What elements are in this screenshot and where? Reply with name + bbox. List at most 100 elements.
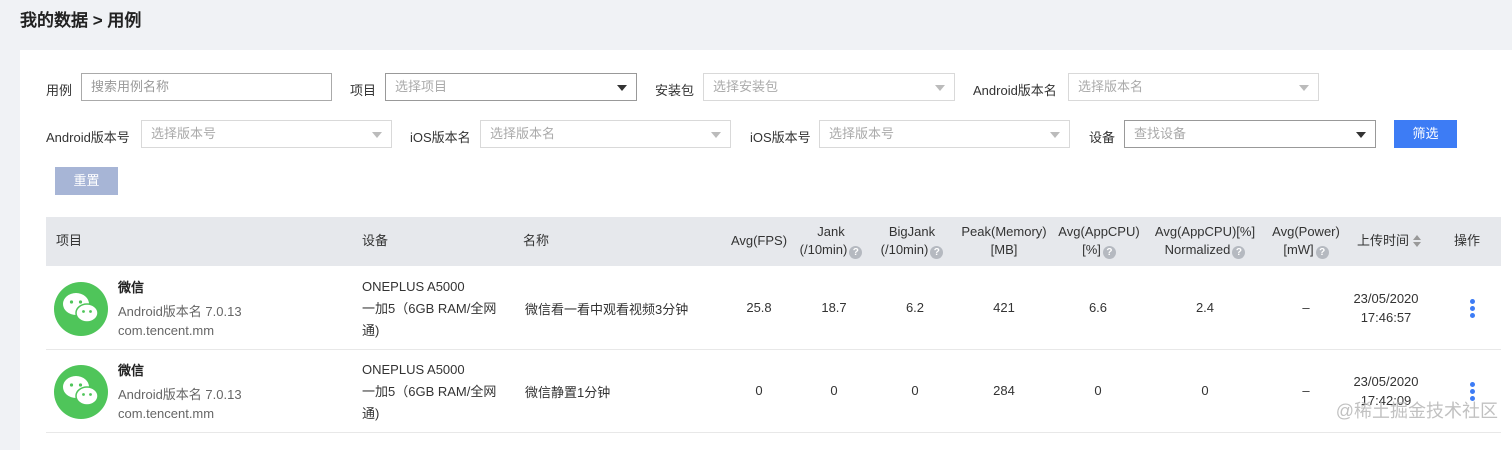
android-code-select-placeholder: 选择版本号 <box>151 126 216 141</box>
package-select[interactable]: 选择安装包 <box>703 73 955 101</box>
project-select-placeholder: 选择项目 <box>395 79 447 94</box>
ios-code-select-placeholder: 选择版本号 <box>829 126 894 141</box>
th-power: Avg(Power) [mW]? <box>1268 223 1344 259</box>
th-memory-unit: [MB] <box>954 241 1054 259</box>
help-icon[interactable]: ? <box>1103 246 1116 259</box>
th-jank-title: Jank <box>791 223 871 241</box>
ios-code-select[interactable]: 选择版本号 <box>819 120 1070 148</box>
th-cpu-normalized-unit: Normalized <box>1165 242 1231 257</box>
memory-value: 284 <box>964 383 1044 398</box>
project-select[interactable]: 选择项目 <box>385 73 637 101</box>
device-desc-cont: 通) <box>362 320 512 342</box>
case-name: 微信看一看中观看视频3分钟 <box>525 299 688 318</box>
chevron-down-icon <box>1050 132 1060 138</box>
upload-date: 23/05/2020 <box>1346 291 1426 306</box>
chevron-down-icon <box>1299 85 1309 91</box>
app-version: Android版本名 7.0.13 <box>118 301 242 320</box>
th-cpu-unit: [%] <box>1082 242 1101 257</box>
app-package: com.tencent.mm <box>118 323 214 338</box>
android-name-label: Android版本名 <box>973 80 1057 99</box>
th-cpu-normalized: Avg(AppCPU)[%] Normalized? <box>1149 223 1261 259</box>
chevron-down-icon <box>711 132 721 138</box>
chevron-down-icon <box>1356 132 1366 138</box>
cpu-value: 0 <box>1058 383 1138 398</box>
case-search-input[interactable]: 搜索用例名称 <box>81 73 332 101</box>
th-bigjank-unit: (/10min) <box>881 242 929 257</box>
jank-value: 0 <box>794 383 874 398</box>
th-power-unit: [mW] <box>1283 242 1313 257</box>
device-search-select[interactable]: 查找设备 <box>1124 120 1376 148</box>
device-model: ONEPLUS A5000 <box>362 359 512 381</box>
device-cell: ONEPLUS A5000 一加5（6GB RAM/全网 通) <box>362 276 512 342</box>
filter-button[interactable]: 筛选 <box>1394 120 1457 148</box>
cpu-value: 6.6 <box>1058 300 1138 315</box>
ios-name-select-placeholder: 选择版本名 <box>490 126 555 141</box>
device-desc: 一加5（6GB RAM/全网 <box>362 298 512 320</box>
memory-value: 421 <box>964 300 1044 315</box>
th-cpu-title: Avg(AppCPU) <box>1054 223 1144 241</box>
project-label: 项目 <box>350 80 376 99</box>
android-code-label: Android版本号 <box>46 127 130 146</box>
chevron-down-icon <box>935 85 945 91</box>
table-header: 项目 设备 名称 Avg(FPS) Jank (/10min)? BigJank… <box>46 217 1501 266</box>
th-memory: Peak(Memory) [MB] <box>954 223 1054 259</box>
app-name: 微信 <box>118 360 144 379</box>
th-name: 名称 <box>523 232 549 250</box>
watermark: @稀土掘金技术社区 <box>1336 397 1498 423</box>
th-bigjank-title: BigJank <box>872 223 952 241</box>
table-row[interactable]: 微信 Android版本名 7.0.13 com.tencent.mm ONEP… <box>46 350 1501 433</box>
bigjank-value: 6.2 <box>875 300 955 315</box>
th-project: 项目 <box>56 232 82 250</box>
more-vertical-icon[interactable] <box>1470 299 1476 320</box>
th-fps: Avg(FPS) <box>716 232 802 250</box>
package-select-placeholder: 选择安装包 <box>713 79 778 94</box>
app-version: Android版本名 7.0.13 <box>118 384 242 403</box>
th-memory-title: Peak(Memory) <box>954 223 1054 241</box>
package-label: 安装包 <box>655 80 694 99</box>
app-name: 微信 <box>118 277 144 296</box>
device-desc: 一加5（6GB RAM/全网 <box>362 381 512 403</box>
jank-value: 18.7 <box>794 300 874 315</box>
upload-time: 17:46:57 <box>1346 310 1426 325</box>
sort-icon[interactable] <box>1413 235 1421 247</box>
th-ops: 操作 <box>1454 232 1480 250</box>
device-label: 设备 <box>1089 127 1115 146</box>
fps-value: 25.8 <box>719 300 799 315</box>
wechat-icon <box>54 365 108 419</box>
reset-button[interactable]: 重置 <box>55 167 118 195</box>
upload-date: 23/05/2020 <box>1346 374 1426 389</box>
page-title: 我的数据 > 用例 <box>20 6 141 31</box>
ios-name-select[interactable]: 选择版本名 <box>480 120 731 148</box>
ios-code-label: iOS版本号 <box>750 127 811 146</box>
cpu-normalized-value: 0 <box>1165 383 1245 398</box>
th-upload-time-label: 上传时间 <box>1357 233 1409 248</box>
case-name: 微信静置1分钟 <box>525 382 610 401</box>
android-name-select[interactable]: 选择版本名 <box>1068 73 1319 101</box>
help-icon[interactable]: ? <box>1232 246 1245 259</box>
bigjank-value: 0 <box>875 383 955 398</box>
cpu-normalized-value: 2.4 <box>1165 300 1245 315</box>
device-desc-cont: 通) <box>362 403 512 425</box>
th-jank: Jank (/10min)? <box>791 223 871 259</box>
device-cell: ONEPLUS A5000 一加5（6GB RAM/全网 通) <box>362 359 512 425</box>
chevron-down-icon <box>617 85 627 91</box>
android-code-select[interactable]: 选择版本号 <box>141 120 392 148</box>
help-icon[interactable]: ? <box>1316 246 1329 259</box>
table-row[interactable]: 微信 Android版本名 7.0.13 com.tencent.mm ONEP… <box>46 267 1501 350</box>
th-device: 设备 <box>362 232 388 250</box>
device-model: ONEPLUS A5000 <box>362 276 512 298</box>
device-select-placeholder: 查找设备 <box>1134 126 1186 141</box>
wechat-icon <box>54 282 108 336</box>
android-name-select-placeholder: 选择版本名 <box>1078 79 1143 94</box>
help-icon[interactable]: ? <box>930 246 943 259</box>
th-jank-unit: (/10min) <box>800 242 848 257</box>
chevron-down-icon <box>372 132 382 138</box>
case-label: 用例 <box>46 80 72 99</box>
fps-value: 0 <box>719 383 799 398</box>
power-value: – <box>1266 383 1346 398</box>
th-bigjank: BigJank (/10min)? <box>872 223 952 259</box>
help-icon[interactable]: ? <box>849 246 862 259</box>
th-power-title: Avg(Power) <box>1268 223 1344 241</box>
power-value: – <box>1266 300 1346 315</box>
th-upload-time[interactable]: 上传时间 <box>1357 232 1421 250</box>
